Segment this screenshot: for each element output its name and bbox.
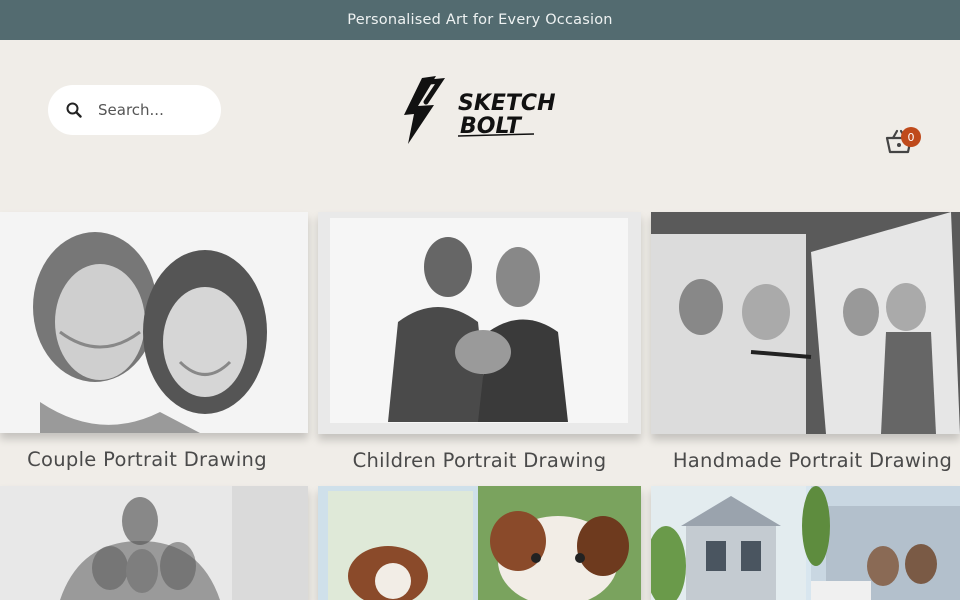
announcement-text: Personalised Art for Every Occasion xyxy=(347,12,613,28)
sketchbolt-logo[interactable]: SKETCH BOLT xyxy=(400,72,560,148)
product-label[interactable]: Couple Portrait Drawing xyxy=(0,448,294,471)
announcement-bar: Personalised Art for Every Occasion xyxy=(0,0,960,40)
product-card[interactable] xyxy=(318,486,641,600)
product-card[interactable] xyxy=(651,486,960,600)
search-input[interactable] xyxy=(98,101,208,119)
handmade-portrait-image[interactable] xyxy=(651,212,960,434)
logo-line1: SKETCH xyxy=(458,91,556,116)
product-label[interactable]: Handmade Portrait Drawing xyxy=(651,449,960,472)
product-card[interactable]: Couple Portrait Drawing xyxy=(0,212,308,482)
product-label[interactable]: Children Portrait Drawing xyxy=(318,449,641,472)
product-card[interactable] xyxy=(0,486,308,600)
search-icon[interactable] xyxy=(66,102,82,118)
pet-portrait-image[interactable] xyxy=(318,486,641,600)
cart-count-badge: 0 xyxy=(901,127,921,147)
product-card[interactable]: Handmade Portrait Drawing xyxy=(651,212,960,482)
children-portrait-image[interactable] xyxy=(318,212,641,434)
search-box[interactable] xyxy=(48,85,221,135)
site-header: SKETCH BOLT 0 xyxy=(0,40,960,212)
house-portrait-image[interactable] xyxy=(651,486,960,600)
family-portrait-image[interactable] xyxy=(0,486,308,600)
couple-portrait-image[interactable] xyxy=(0,212,308,433)
product-card[interactable]: Children Portrait Drawing xyxy=(318,212,641,482)
